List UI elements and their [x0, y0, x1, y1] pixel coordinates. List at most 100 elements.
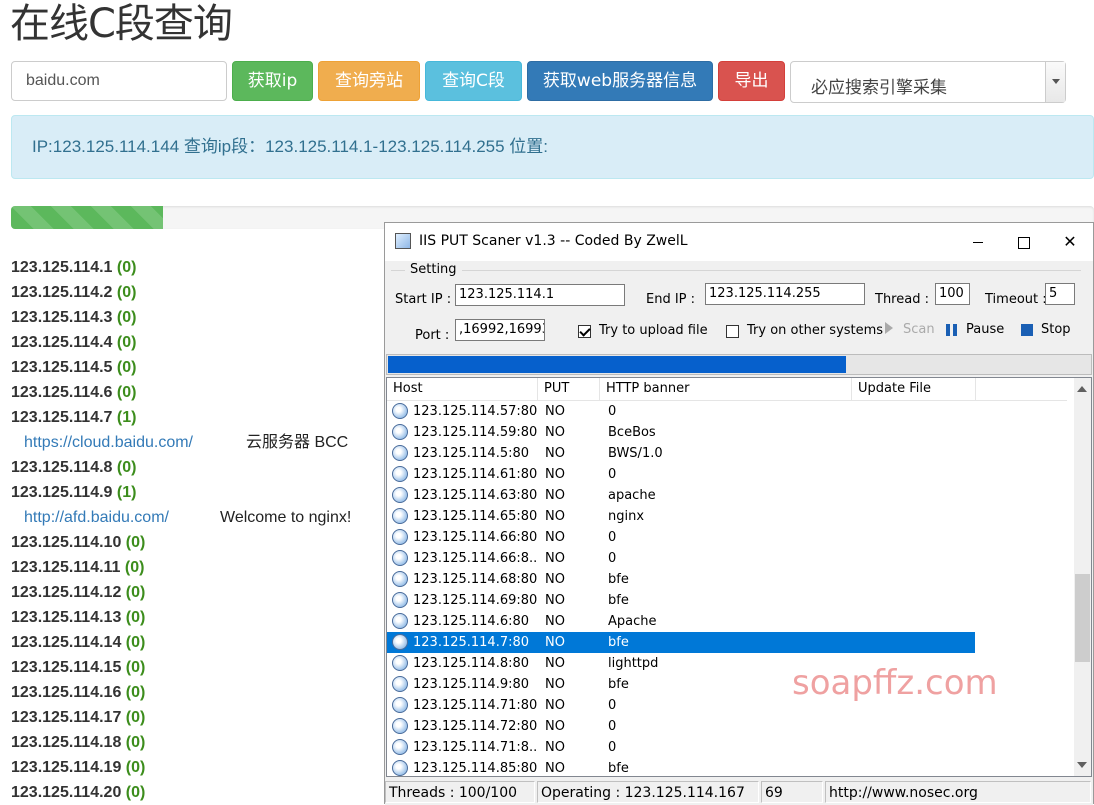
- scan-result-row[interactable]: 123.125.114.85:80 NO bfe: [387, 758, 1067, 776]
- cell-put: NO: [545, 635, 565, 650]
- select-value: 必应搜索引擎采集: [811, 78, 947, 98]
- cell-put: NO: [545, 425, 565, 440]
- scan-result-row[interactable]: 123.125.114.68:80 NO bfe: [387, 569, 1067, 590]
- column-http-banner[interactable]: HTTP banner: [600, 378, 852, 400]
- side-sites-button[interactable]: 查询旁站: [318, 61, 420, 101]
- result-ip: 123.125.114.5: [11, 359, 113, 376]
- scan-result-row[interactable]: 123.125.114.6:80 NO Apache: [387, 611, 1067, 632]
- minimize-icon[interactable]: [955, 223, 1001, 261]
- result-count: (0): [125, 534, 146, 551]
- scan-result-row[interactable]: 123.125.114.71:8... NO 0: [387, 737, 1067, 758]
- cell-host: 123.125.114.68:80: [413, 572, 537, 587]
- scan-result-row[interactable]: 123.125.114.61:80 NO 0: [387, 464, 1067, 485]
- cell-host: 123.125.114.5:80: [413, 446, 530, 461]
- result-row: 123.125.114.1 (0): [11, 255, 391, 280]
- cell-banner: 0: [608, 467, 617, 482]
- result-site-link[interactable]: http://afd.baidu.com/: [24, 505, 169, 530]
- web-server-info-button[interactable]: 获取web服务器信息: [527, 61, 713, 101]
- cell-put: NO: [545, 593, 565, 608]
- scan-result-row[interactable]: 123.125.114.9:80 NO bfe: [387, 674, 1067, 695]
- scan-result-row[interactable]: 123.125.114.69:80 NO bfe: [387, 590, 1067, 611]
- scan-result-row[interactable]: 123.125.114.57:80 NO 0: [387, 401, 1067, 422]
- get-ip-button[interactable]: 获取ip: [232, 61, 313, 101]
- scan-result-row[interactable]: 123.125.114.7:80 NO bfe: [387, 632, 975, 653]
- host-globe-icon: [392, 739, 408, 755]
- host-globe-icon: [392, 718, 408, 734]
- window-title: IIS PUT Scaner v1.3 -- Coded By ZwelL: [419, 233, 688, 249]
- cell-put: NO: [545, 446, 565, 461]
- scan-result-row[interactable]: 123.125.114.8:80 NO lighttpd: [387, 653, 1067, 674]
- cell-banner: 0: [608, 404, 617, 419]
- status-url: http://www.nosec.org: [825, 781, 1091, 803]
- host-globe-icon: [392, 634, 408, 650]
- column-update-file[interactable]: Update File: [852, 378, 976, 400]
- scroll-up-icon[interactable]: [1077, 386, 1087, 392]
- result-site-link[interactable]: https://cloud.baidu.com/: [24, 430, 193, 455]
- column-put[interactable]: PUT: [538, 378, 600, 400]
- scan-result-row[interactable]: 123.125.114.63:80 NO apache: [387, 485, 1067, 506]
- host-globe-icon: [392, 550, 408, 566]
- export-button[interactable]: 导出: [718, 61, 785, 101]
- result-row: 123.125.114.2 (0): [11, 280, 391, 305]
- result-ip: 123.125.114.13: [11, 609, 122, 626]
- thread-label: Thread :: [875, 292, 929, 307]
- scan-result-row[interactable]: 123.125.114.66:8... NO 0: [387, 548, 1067, 569]
- result-ip: 123.125.114.2: [11, 284, 113, 301]
- cell-put: NO: [545, 404, 565, 419]
- result-row: 123.125.114.19 (0): [11, 755, 391, 780]
- result-ip: 123.125.114.7: [11, 409, 113, 426]
- results-listview[interactable]: Host PUT HTTP banner Update File 123.125…: [386, 377, 1092, 777]
- start-ip-field[interactable]: 123.125.114.1: [455, 284, 625, 306]
- scan-result-row[interactable]: 123.125.114.72:80 NO 0: [387, 716, 1067, 737]
- try-upload-checkbox[interactable]: [578, 325, 591, 338]
- cell-host: 123.125.114.8:80: [413, 656, 530, 671]
- status-count: 69: [761, 781, 823, 803]
- try-other-checkbox[interactable]: [726, 325, 739, 338]
- cell-banner: BceBos: [608, 425, 656, 440]
- host-globe-icon: [392, 571, 408, 587]
- column-host[interactable]: Host: [387, 378, 538, 400]
- scan-progress: [386, 354, 1092, 375]
- stop-icon[interactable]: [1021, 324, 1033, 336]
- chevron-down-icon[interactable]: [1045, 62, 1065, 102]
- result-count: (0): [124, 559, 145, 576]
- scan-button[interactable]: Scan: [903, 322, 935, 337]
- result-ip: 123.125.114.17: [11, 709, 122, 726]
- cell-banner: bfe: [608, 572, 629, 587]
- result-row: 123.125.114.7 (1): [11, 405, 391, 430]
- thread-field[interactable]: 100: [935, 283, 970, 305]
- scroll-thumb[interactable]: [1075, 574, 1090, 662]
- stop-button[interactable]: Stop: [1041, 322, 1071, 337]
- search-engine-select[interactable]: 必应搜索引擎采集: [790, 61, 1066, 103]
- result-ip: 123.125.114.4: [11, 334, 113, 351]
- scan-result-row[interactable]: 123.125.114.71:80 NO 0: [387, 695, 1067, 716]
- pause-button[interactable]: Pause: [966, 322, 1004, 337]
- close-icon[interactable]: ✕: [1047, 223, 1093, 261]
- scan-result-row[interactable]: 123.125.114.65:80 NO nginx: [387, 506, 1067, 527]
- host-globe-icon: [392, 592, 408, 608]
- cell-host: 123.125.114.57:80: [413, 404, 537, 419]
- scan-result-row[interactable]: 123.125.114.5:80 NO BWS/1.0: [387, 443, 1067, 464]
- c-segment-button[interactable]: 查询C段: [425, 61, 522, 101]
- scroll-down-icon[interactable]: [1077, 762, 1087, 768]
- cell-host: 123.125.114.63:80: [413, 488, 537, 503]
- window-titlebar[interactable]: IIS PUT Scaner v1.3 -- Coded By ZwelL ✕: [385, 223, 1093, 261]
- cell-banner: bfe: [608, 761, 629, 776]
- vertical-scrollbar[interactable]: [1074, 378, 1091, 776]
- end-ip-field[interactable]: 123.125.114.255: [705, 283, 865, 305]
- scan-result-row[interactable]: 123.125.114.59:80 NO BceBos: [387, 422, 1067, 443]
- cell-banner: BWS/1.0: [608, 446, 663, 461]
- domain-input[interactable]: [11, 61, 227, 101]
- result-row: 123.125.114.18 (0): [11, 730, 391, 755]
- cell-banner: nginx: [608, 509, 645, 524]
- scan-result-row[interactable]: 123.125.114.66:80 NO 0: [387, 527, 1067, 548]
- host-globe-icon: [392, 676, 408, 692]
- list-header: Host PUT HTTP banner Update File: [387, 378, 1067, 401]
- host-globe-icon: [392, 529, 408, 545]
- pause-icon[interactable]: [946, 324, 958, 336]
- timeout-field[interactable]: 5: [1045, 283, 1075, 305]
- cell-host: 123.125.114.66:8...: [413, 551, 537, 566]
- scan-play-icon[interactable]: [885, 322, 893, 334]
- maximize-icon[interactable]: [1001, 223, 1047, 261]
- port-field[interactable]: ,16992,16993: [455, 319, 545, 341]
